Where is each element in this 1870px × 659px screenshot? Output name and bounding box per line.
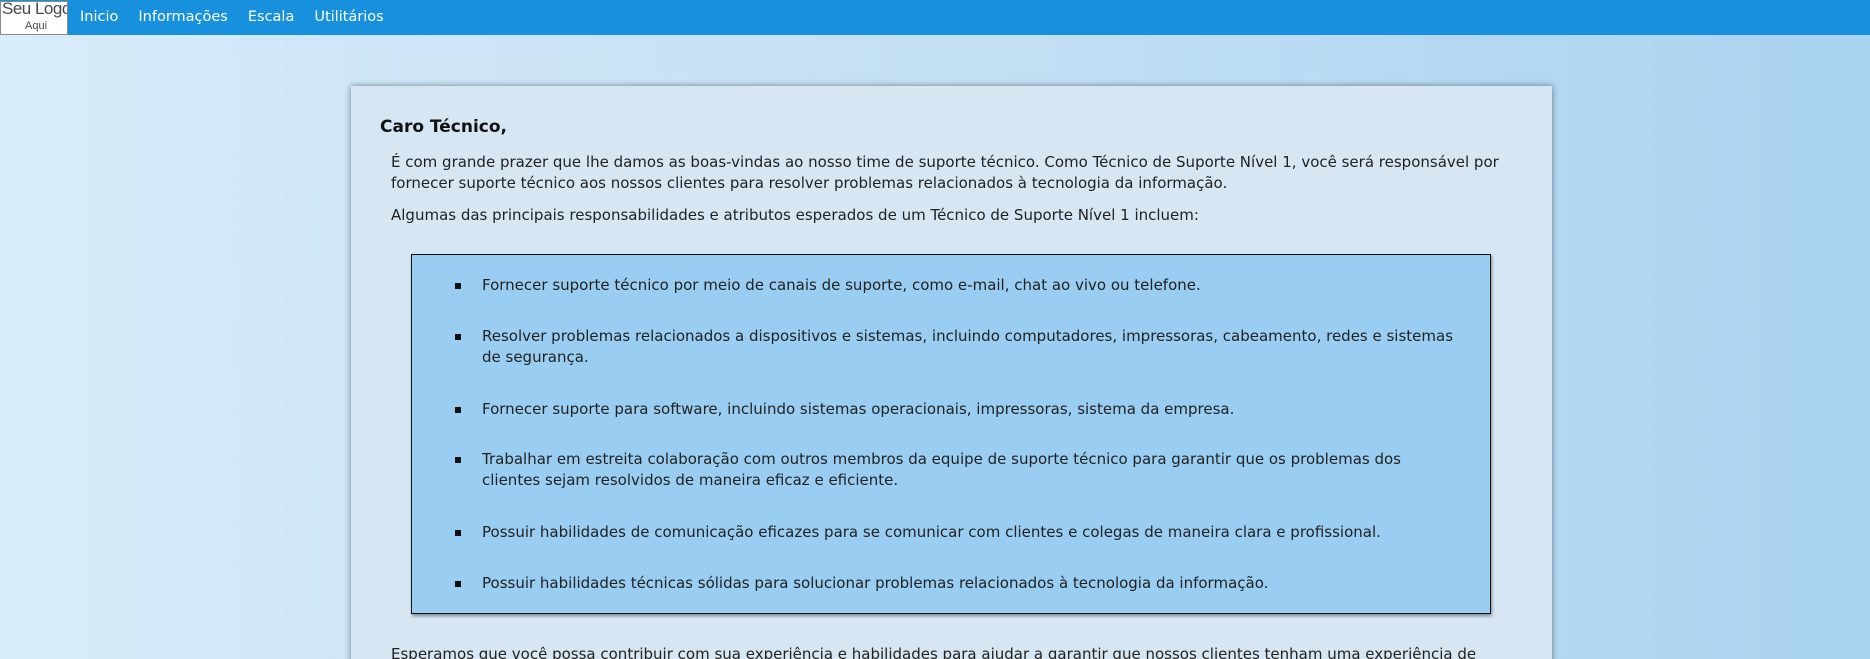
square-bullet-icon (455, 581, 461, 587)
list-item: Fornecer suporte para software, incluind… (455, 399, 1462, 420)
closing-paragraph: Esperamos que você possa contribuir com … (391, 645, 1477, 659)
list-item-text: Possuir habilidades de comunicação efica… (482, 523, 1381, 541)
nav-link-informacoes[interactable]: Informações (138, 0, 227, 35)
intro-paragraph: É com grande prazer que lhe damos as boa… (391, 153, 1499, 192)
top-navbar: Seu Logo Aqui Inicio Informações Escala … (0, 0, 1870, 35)
square-bullet-icon (455, 530, 461, 536)
nav-link-utilitarios[interactable]: Utilitários (314, 0, 383, 35)
square-bullet-icon (455, 457, 461, 463)
list-item: Trabalhar em estreita colaboração com ou… (455, 449, 1462, 491)
responsibilities-intro: Algumas das principais responsabilidades… (391, 206, 1199, 224)
square-bullet-icon (455, 407, 461, 413)
nav-link-escala[interactable]: Escala (248, 0, 295, 35)
list-item: Possuir habilidades de comunicação efica… (455, 522, 1462, 543)
welcome-card: Caro Técnico, É com grande prazer que lh… (351, 86, 1552, 659)
logo-line1: Seu Logo (2, 0, 68, 18)
nav-link-inicio[interactable]: Inicio (80, 0, 118, 35)
list-item: Possuir habilidades técnicas sólidas par… (455, 573, 1462, 594)
logo[interactable]: Seu Logo Aqui (0, 0, 68, 35)
main-nav: Inicio Informações Escala Utilitários (80, 0, 404, 35)
list-item-text: Possuir habilidades técnicas sólidas par… (482, 574, 1269, 592)
list-item: Resolver problemas relacionados a dispos… (455, 326, 1462, 368)
list-item-text: Fornecer suporte técnico por meio de can… (482, 276, 1201, 294)
responsibilities-box: Fornecer suporte técnico por meio de can… (411, 254, 1491, 614)
list-item-text: Fornecer suporte para software, incluind… (482, 400, 1235, 418)
square-bullet-icon (455, 283, 461, 289)
greeting-heading: Caro Técnico, (380, 117, 508, 137)
list-item: Fornecer suporte técnico por meio de can… (455, 275, 1462, 296)
logo-line2: Aqui (25, 19, 48, 32)
list-item-text: Resolver problemas relacionados a dispos… (482, 327, 1454, 366)
list-item-text: Trabalhar em estreita colaboração com ou… (482, 450, 1401, 489)
square-bullet-icon (455, 334, 461, 340)
